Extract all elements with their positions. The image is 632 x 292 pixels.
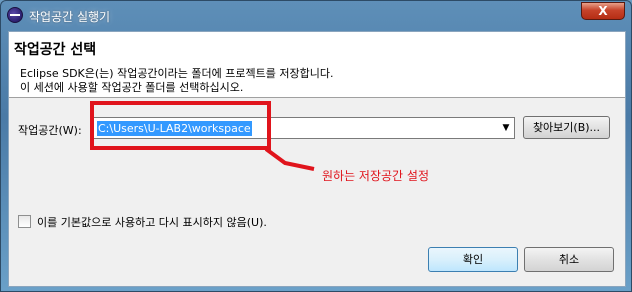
ok-button[interactable]: 확인: [428, 247, 518, 272]
cancel-button[interactable]: 취소: [524, 247, 614, 272]
dialog-client-area: 작업공간 선택 Eclipse SDK은(는) 작업공간이라는 폴더에 프로젝트…: [8, 31, 626, 287]
title-bar[interactable]: 작업공간 실행기 X: [1, 1, 631, 31]
close-button[interactable]: X: [581, 2, 625, 20]
annotation-text: 원하는 저장공간 설정: [322, 169, 429, 183]
annotation-line-path: [264, 147, 315, 171]
default-checkbox[interactable]: [18, 215, 31, 228]
window-title: 작업공간 실행기: [29, 10, 111, 24]
eclipse-icon: [7, 7, 23, 23]
default-checkbox-label[interactable]: 이를 기본값으로 사용하고 다시 표시하지 않음(U).: [37, 214, 267, 230]
dialog-window: 작업공간 실행기 X 작업공간 선택 Eclipse SDK은(는) 작업공간이…: [0, 0, 632, 292]
